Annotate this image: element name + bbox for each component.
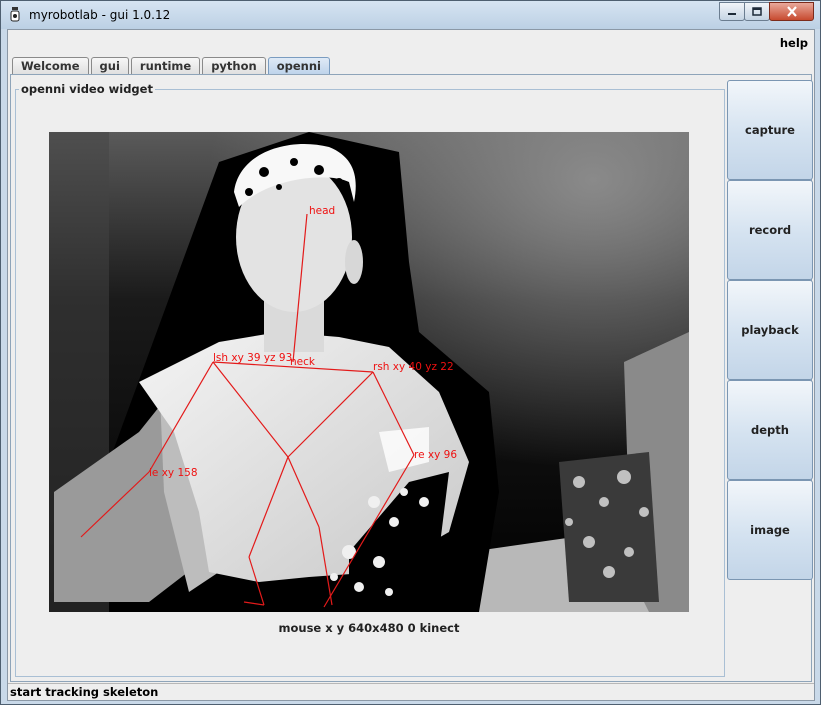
title-bar[interactable]: myrobotlab - gui 1.0.12 [1,1,820,29]
video-status-line: mouse x y 640x480 0 kinect [278,621,460,635]
minimize-button[interactable] [719,2,745,21]
joint-label-head: head [309,205,335,217]
menu-help[interactable]: help [780,36,808,50]
tab-gui[interactable]: gui [90,57,129,75]
app-window: myrobotlab - gui 1.0.12 help Welcome gui… [0,0,821,705]
tab-runtime[interactable]: runtime [130,57,201,75]
minimize-icon [728,12,736,15]
close-button[interactable] [769,2,814,21]
tab-openni[interactable]: openni [267,57,330,75]
joint-label-rsh: rsh xy 40 yz 22 [373,361,454,373]
playback-button[interactable]: playback [727,280,813,380]
depth-button[interactable]: depth [727,380,813,480]
joint-label-le: le xy 158 [149,467,198,479]
record-button[interactable]: record [727,180,813,280]
maximize-button[interactable] [744,2,770,21]
status-bar: start tracking skeleton [8,683,814,700]
joint-label-re: re xy 96 [414,449,457,461]
window-controls [719,2,814,21]
close-icon [786,6,797,17]
video-widget-title: openni video widget [19,82,155,96]
depth-video-view[interactable]: head neck lsh xy 39 yz 93 rsh xy 40 yz 2… [49,132,689,612]
app-icon [10,7,20,22]
tab-strip: Welcome gui runtime python openni [12,57,332,75]
tab-welcome[interactable]: Welcome [12,57,89,75]
maximize-icon [752,6,762,16]
joint-label-lsh: lsh xy 39 yz 93 [213,352,292,364]
side-button-column: capture record playback depth image [727,80,813,580]
window-title: myrobotlab - gui 1.0.12 [29,8,171,22]
menu-bar: help [8,30,814,54]
openni-panel: openni video widget head neck lsh xy 39 … [10,74,813,682]
depth-image: head neck lsh xy 39 yz 93 rsh xy 40 yz 2… [49,132,689,612]
image-button[interactable]: image [727,480,813,580]
capture-button[interactable]: capture [727,80,813,180]
tab-python[interactable]: python [202,57,266,75]
client-area: help Welcome gui runtime python openni o… [7,29,815,701]
joint-label-neck: neck [290,356,316,368]
